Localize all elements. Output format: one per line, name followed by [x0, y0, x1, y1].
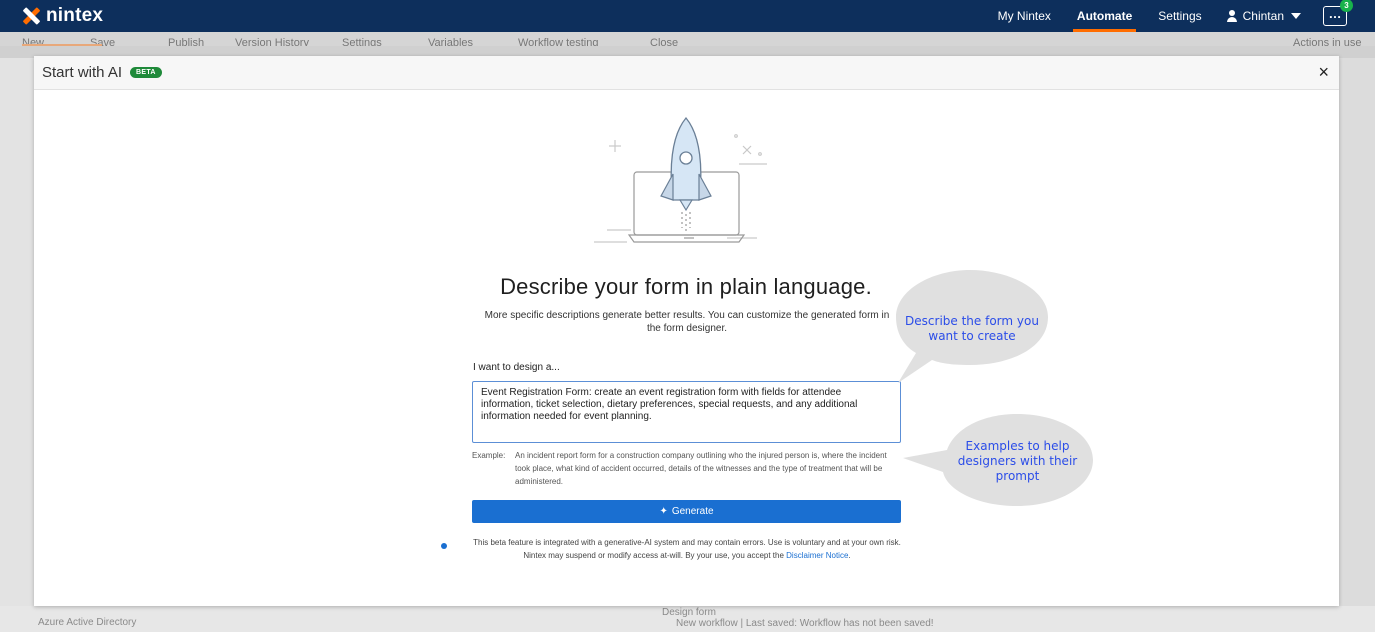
modal-header: Start with AI BETA × [34, 56, 1339, 90]
bg-design-form: Design form [662, 607, 716, 618]
logo-text: nintex [46, 5, 104, 26]
callout-describe-line-2: want to create [928, 329, 1016, 343]
modal-headline: Describe your form in plain language. [500, 274, 872, 299]
callout-examples-line-1: Examples to help [965, 439, 1070, 453]
nav-link-settings[interactable]: Settings [1158, 0, 1201, 32]
notification-badge: 3 [1340, 0, 1353, 12]
start-with-ai-modal: Start with AI BETA × Describe your form … [34, 56, 1339, 606]
user-icon [1226, 10, 1238, 22]
sparkle-icon: ✦ [659, 506, 668, 517]
callout-describe-text: Describe the form you want to create [892, 314, 1052, 344]
toolbar-close[interactable]: Close [650, 37, 678, 46]
example-label: Example: [472, 451, 506, 460]
modal-title: Start with AI [42, 64, 123, 81]
nav-right: My Nintex Automate Settings Chintan … 3 [972, 0, 1353, 32]
disclaimer-line-1: This beta feature is integrated with a g… [473, 538, 901, 547]
modal-subtext: More specific descriptions generate bett… [484, 310, 890, 334]
user-menu[interactable]: Chintan [1226, 9, 1301, 23]
beta-badge: BETA [130, 67, 162, 78]
bg-status-text: New workflow | Last saved: Workflow has … [676, 618, 934, 629]
bg-azure-active-directory: Azure Active Directory [38, 617, 137, 628]
top-nav: nintex My Nintex Automate Settings Chint… [0, 0, 1375, 32]
generate-label: Generate [671, 506, 714, 517]
design-field-label: I want to design a... [473, 362, 560, 373]
workflow-toolbar: New Save Publish Version History Setting… [0, 32, 1375, 46]
nav-link-automate[interactable]: Automate [1072, 0, 1137, 32]
nav-link-my-nintex[interactable]: My Nintex [998, 0, 1051, 32]
more-icon: … [1328, 6, 1342, 21]
toolbar-workflow-testing[interactable]: Workflow testing [518, 37, 599, 46]
background-status-bar: Azure Active Directory Design form New w… [0, 606, 1375, 632]
callout-examples-line-2: designers with their [957, 454, 1078, 468]
toolbar-variables[interactable]: Variables [428, 37, 473, 46]
nintex-logo[interactable]: nintex [22, 5, 103, 27]
background-left-panel [0, 58, 34, 618]
disclaimer: This beta feature is integrated with a g… [442, 536, 932, 562]
close-icon[interactable]: × [1318, 63, 1329, 81]
callout-describe-line-1: Describe the form you [905, 314, 1039, 328]
form-description-textarea[interactable]: Event Registration Form: create an event… [472, 381, 901, 443]
toolbar-publish[interactable]: Publish [168, 37, 204, 46]
disclaimer-end: . [848, 551, 851, 560]
callout-examples-line-3: prompt [995, 469, 1040, 483]
example-body: An incident report form for a constructi… [515, 451, 887, 486]
example-text: Example: An incident report form for a c… [472, 449, 902, 488]
caret-down-icon [1291, 13, 1301, 19]
background-right-panel [1339, 58, 1375, 618]
toolbar-settings[interactable]: Settings [342, 37, 382, 46]
rocket-laptop-illustration [594, 116, 767, 243]
nintex-logo-icon [22, 7, 41, 25]
disclaimer-line-2: Nintex may suspend or modify access at-w… [523, 551, 784, 560]
generate-button[interactable]: ✦ Generate [472, 500, 901, 523]
toolbar-actions-in-use[interactable]: Actions in use [1293, 37, 1361, 46]
callout-examples-text: Examples to help designers with their pr… [940, 439, 1095, 484]
user-name: Chintan [1242, 9, 1284, 23]
toolbar-version-history[interactable]: Version History [235, 37, 309, 46]
more-button[interactable]: … 3 [1323, 0, 1353, 26]
disclaimer-notice-link[interactable]: Disclaimer Notice [786, 551, 848, 560]
